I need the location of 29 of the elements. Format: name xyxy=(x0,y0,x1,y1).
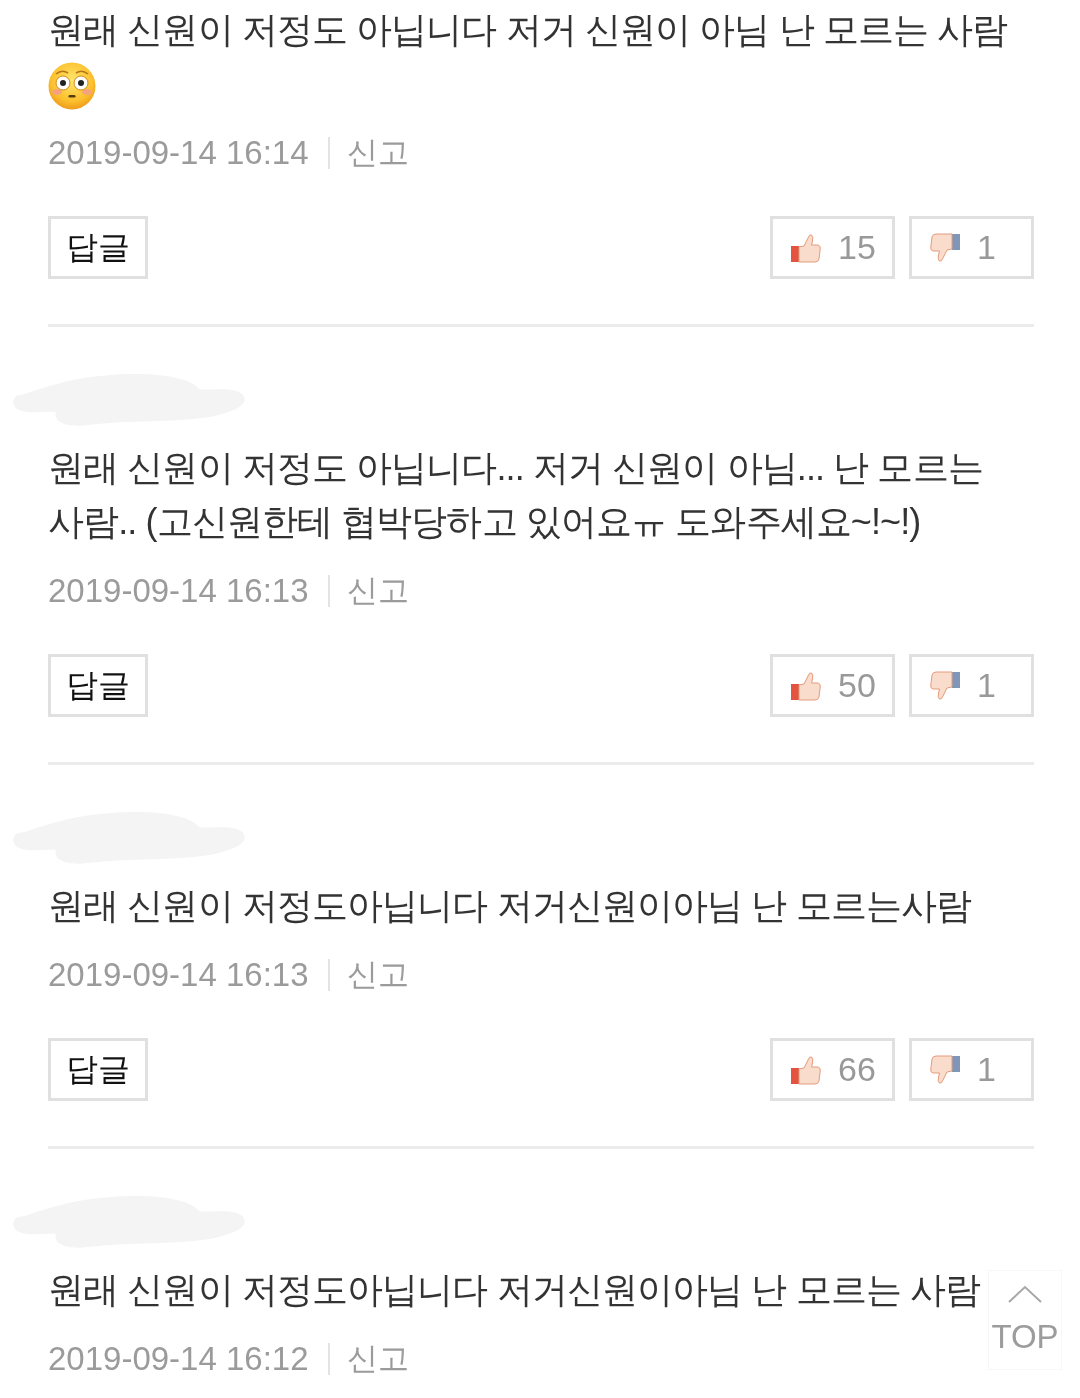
report-link[interactable]: 신고 xyxy=(346,1338,409,1380)
report-link[interactable]: 신고 xyxy=(346,954,409,996)
scroll-top-button[interactable]: TOP xyxy=(988,1270,1062,1370)
like-button[interactable]: 15 xyxy=(770,216,895,279)
thumbs-down-icon xyxy=(929,231,961,264)
dislike-button[interactable]: 1 xyxy=(909,216,1034,279)
like-button[interactable]: 50 xyxy=(770,654,895,717)
thumbs-down-icon xyxy=(929,669,961,702)
dislike-button[interactable]: 1 xyxy=(909,654,1034,717)
comment-date: 2019-09-14 16:14 xyxy=(48,134,309,172)
report-link[interactable]: 신고 xyxy=(346,132,409,174)
comment-text: 원래 신원이 저정도아닙니다 저거신원이아님 난 모르는 사람 xyxy=(48,1269,981,1310)
report-link[interactable]: 신고 xyxy=(346,570,409,612)
comment-date: 2019-09-14 16:12 xyxy=(48,1340,309,1378)
thumbs-down-icon xyxy=(929,1053,961,1086)
comment-text: 원래 신원이 저정도 아닙니다... 저거 신원이 아님... 난 모르는 사람.. (고신원한테 협박당하고 있어요ㅠ 도와주세요~!~!) xyxy=(48,447,983,542)
dislike-button[interactable]: 1 xyxy=(909,1038,1034,1101)
reply-button[interactable]: 답글 xyxy=(48,654,148,717)
thumbs-up-icon xyxy=(790,669,822,702)
reply-button[interactable]: 답글 xyxy=(48,1038,148,1101)
thumbs-up-icon xyxy=(790,1053,822,1086)
comment-text: 원래 신원이 저정도 아닙니다 저거 신원이 아님 난 모르는 사람 xyxy=(48,9,1008,50)
chevron-up-icon xyxy=(1008,1285,1042,1303)
comment-date: 2019-09-14 16:13 xyxy=(48,956,309,994)
comment-date: 2019-09-14 16:13 xyxy=(48,572,309,610)
comment-text: 원래 신원이 저정도아닙니다 저거신원이아님 난 모르는사람 xyxy=(48,885,971,926)
thumbs-up-icon xyxy=(790,231,822,264)
reply-button[interactable]: 답글 xyxy=(48,216,148,279)
like-button[interactable]: 66 xyxy=(770,1038,895,1101)
